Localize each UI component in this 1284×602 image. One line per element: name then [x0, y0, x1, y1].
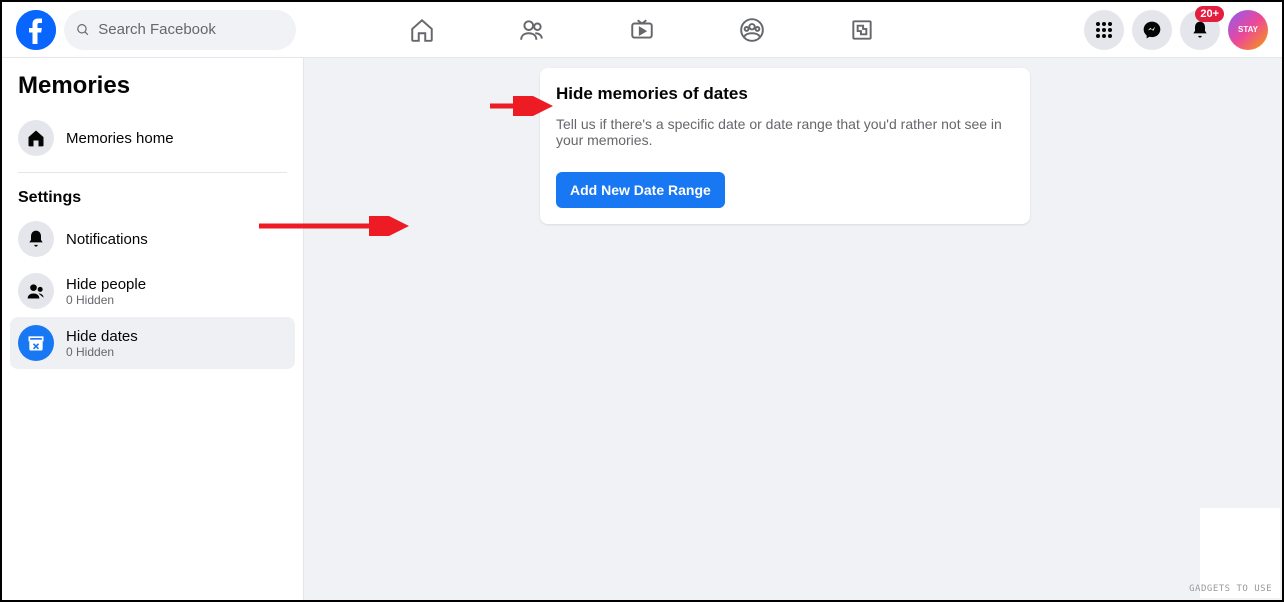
nav-gaming[interactable]: [841, 9, 883, 51]
sidebar-item-label: Notifications: [66, 231, 148, 248]
nav-groups[interactable]: [731, 9, 773, 51]
divider: [18, 172, 287, 173]
home-icon: [409, 17, 435, 43]
content: Memories Memories home Settings Notifica…: [2, 58, 1282, 600]
sidebar-item-hide-people[interactable]: Hide people 0 Hidden: [10, 265, 295, 317]
facebook-icon: [16, 10, 56, 50]
calendar-x-icon: [18, 325, 54, 361]
sidebar-section-settings: Settings: [2, 181, 303, 213]
search-icon: [76, 22, 90, 38]
sidebar-item-label: Hide dates: [66, 328, 138, 345]
sidebar-item-notifications[interactable]: Notifications: [10, 213, 295, 265]
friends-icon: [519, 17, 545, 43]
page-title: Memories: [2, 72, 303, 112]
sidebar-text: Hide dates 0 Hidden: [66, 328, 138, 359]
header-right: 20+ STAY: [1084, 10, 1268, 50]
search-box[interactable]: [64, 10, 296, 50]
menu-button[interactable]: [1084, 10, 1124, 50]
card-description: Tell us if there's a specific date or da…: [556, 116, 1014, 148]
header: 20+ STAY: [2, 2, 1282, 58]
sidebar-item-home[interactable]: Memories home: [10, 112, 295, 164]
avatar[interactable]: STAY: [1228, 10, 1268, 50]
sidebar-item-label: Memories home: [66, 130, 174, 147]
sidebar-item-label: Hide people: [66, 276, 146, 293]
notifications-button[interactable]: 20+: [1180, 10, 1220, 50]
sidebar-item-hide-dates[interactable]: Hide dates 0 Hidden: [10, 317, 295, 369]
sidebar: Memories Memories home Settings Notifica…: [2, 58, 304, 600]
header-left: [2, 10, 296, 50]
sidebar-text: Hide people 0 Hidden: [66, 276, 146, 307]
sidebar-item-sub: 0 Hidden: [66, 293, 146, 307]
nav-watch[interactable]: [621, 9, 663, 51]
notification-badge: 20+: [1195, 6, 1224, 22]
bell-icon: [1190, 20, 1210, 40]
groups-icon: [739, 17, 765, 43]
home-icon: [18, 120, 54, 156]
add-date-range-button[interactable]: Add New Date Range: [556, 172, 725, 208]
nav-home[interactable]: [401, 9, 443, 51]
bell-icon: [18, 221, 54, 257]
hide-dates-card: Hide memories of dates Tell us if there'…: [540, 68, 1030, 224]
search-input[interactable]: [98, 21, 284, 38]
gaming-icon: [849, 17, 875, 43]
card-title: Hide memories of dates: [556, 84, 1014, 104]
nav-friends[interactable]: [511, 9, 553, 51]
watermark: GADGETS TO USE: [1189, 584, 1272, 594]
main: Hide memories of dates Tell us if there'…: [304, 58, 1282, 600]
sidebar-item-sub: 0 Hidden: [66, 345, 138, 359]
facebook-logo[interactable]: [16, 10, 56, 50]
messenger-icon: [1142, 20, 1162, 40]
header-nav: [401, 9, 883, 51]
messenger-button[interactable]: [1132, 10, 1172, 50]
watch-icon: [629, 17, 655, 43]
grid-icon: [1094, 20, 1114, 40]
people-icon: [18, 273, 54, 309]
